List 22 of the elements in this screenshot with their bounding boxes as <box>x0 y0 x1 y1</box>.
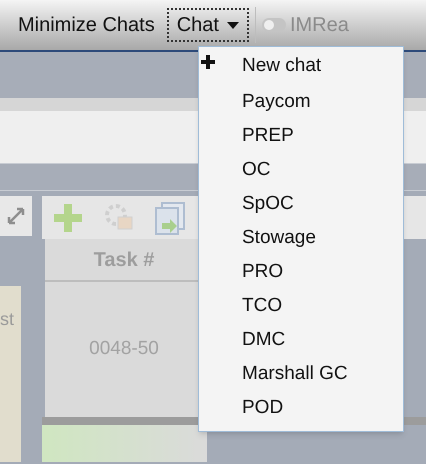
toggle-label: IMRea <box>290 13 349 38</box>
chat-dropdown-button[interactable]: Chat <box>166 8 249 42</box>
chat-menu-item[interactable]: PRO <box>242 258 284 286</box>
chat-menu-item[interactable]: PREP <box>242 122 294 150</box>
chat-menu-item[interactable]: POD <box>242 394 284 422</box>
minimize-chats-button[interactable]: Minimize Chats <box>16 10 157 40</box>
chat-menu-item[interactable]: TCO <box>242 292 282 320</box>
new-chat-item[interactable]: New chat <box>242 52 322 80</box>
table-cell-text: st <box>0 308 16 331</box>
copy-icon[interactable] <box>154 200 186 234</box>
chat-menu-item[interactable]: Paycom <box>242 88 311 116</box>
plus-icon <box>201 55 215 69</box>
chat-menu-item[interactable]: SpOC <box>242 190 294 218</box>
chat-menu-item[interactable]: Marshall GC <box>242 360 348 388</box>
table-row[interactable] <box>42 425 207 462</box>
add-icon[interactable] <box>52 202 84 234</box>
expand-icon[interactable] <box>6 206 26 226</box>
chat-menu-item[interactable]: DMC <box>242 326 286 354</box>
chat-menu-item[interactable]: Stowage <box>242 224 316 252</box>
chat-menu-item[interactable]: OC <box>242 156 270 184</box>
table-cell-text: 0048-50 <box>89 337 159 362</box>
caret-icon <box>226 22 239 28</box>
